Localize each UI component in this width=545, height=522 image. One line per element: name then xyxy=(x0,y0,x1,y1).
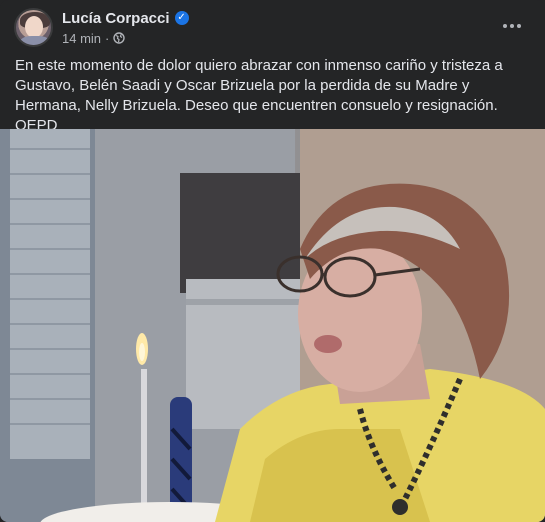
author-name-row: Lucía Corpacci ✓ xyxy=(62,9,189,27)
post-meta: 14 min · xyxy=(62,30,126,46)
post-photo[interactable] xyxy=(0,129,545,522)
facebook-post: Lucía Corpacci ✓ 14 min · En este moment… xyxy=(0,0,545,522)
avatar-face xyxy=(25,16,43,38)
more-options-icon-dot xyxy=(517,24,521,28)
avatar-shirt xyxy=(19,36,51,45)
author-avatar[interactable] xyxy=(14,8,53,47)
post-header: Lucía Corpacci ✓ 14 min · xyxy=(0,0,545,54)
author-name[interactable]: Lucía Corpacci xyxy=(62,10,170,27)
photo-illustration xyxy=(0,129,545,522)
globe-icon[interactable] xyxy=(113,32,126,44)
verified-badge-icon: ✓ xyxy=(174,11,189,25)
more-options-icon-dot xyxy=(510,24,514,28)
post-timestamp[interactable]: 14 min xyxy=(62,31,101,46)
more-options-icon xyxy=(503,24,507,28)
meta-separator: · xyxy=(105,30,110,46)
more-options-button[interactable] xyxy=(494,12,530,40)
post-text: En este momento de dolor quiero abrazar … xyxy=(15,57,503,134)
